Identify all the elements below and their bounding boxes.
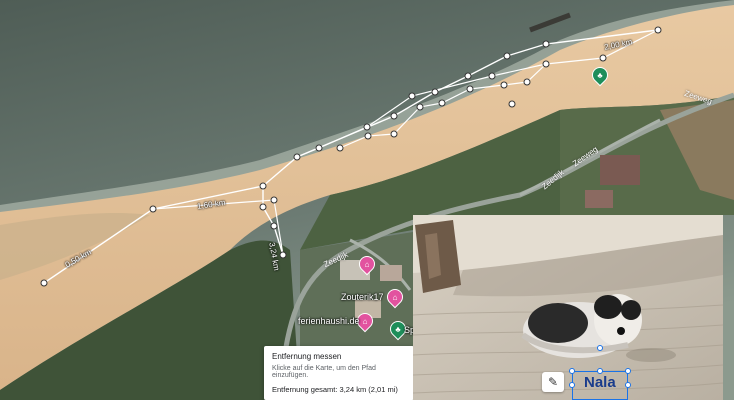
measure-point[interactable]: [416, 103, 424, 111]
measure-point[interactable]: [438, 99, 446, 107]
measure-point[interactable]: [408, 92, 416, 100]
measure-point[interactable]: [390, 130, 398, 138]
measure-point[interactable]: [270, 222, 278, 230]
resize-handle[interactable]: [569, 368, 575, 374]
measure-point[interactable]: [488, 72, 496, 80]
measure-point[interactable]: [149, 205, 157, 213]
measure-point[interactable]: [259, 203, 267, 211]
panel-hint: Klicke auf die Karte, um den Pfad einzuf…: [272, 365, 376, 379]
measure-point[interactable]: [270, 196, 278, 204]
measure-point[interactable]: [654, 26, 662, 34]
pencil-edit-icon[interactable]: ✎: [542, 372, 564, 392]
measure-point[interactable]: [500, 81, 508, 89]
measure-point[interactable]: [293, 153, 301, 161]
measure-distance-panel: Entfernung messen Klicke auf die Karte, …: [264, 346, 414, 400]
measure-point[interactable]: [390, 112, 398, 120]
rotate-handle[interactable]: [597, 345, 603, 351]
measure-point[interactable]: [363, 123, 371, 131]
measure-point[interactable]: [464, 72, 472, 80]
total-distance: Entfernung gesamt: 3,24 km (2,01 mi): [272, 385, 398, 394]
resize-handle[interactable]: [569, 382, 575, 388]
measure-point[interactable]: [599, 54, 607, 62]
measure-point[interactable]: [508, 100, 516, 108]
measure-point[interactable]: [542, 40, 550, 48]
place-label[interactable]: ferienhaushi.de: [298, 316, 360, 326]
measure-point[interactable]: [259, 182, 267, 190]
measure-point[interactable]: [40, 279, 48, 287]
measure-point[interactable]: [315, 144, 323, 152]
measure-point[interactable]: [336, 144, 344, 152]
measure-point[interactable]: [503, 52, 511, 60]
measure-point[interactable]: [542, 60, 550, 68]
measure-point[interactable]: [364, 132, 372, 140]
measure-point[interactable]: [279, 251, 287, 259]
measure-point[interactable]: [466, 85, 474, 93]
panel-title: Entfernung messen: [272, 352, 342, 361]
resize-handle[interactable]: [625, 382, 631, 388]
measure-point[interactable]: [431, 88, 439, 96]
place-label[interactable]: Zouterik17: [341, 292, 384, 302]
dog-photo: [413, 215, 723, 400]
resize-handle[interactable]: [625, 368, 631, 374]
photo-caption[interactable]: Nala: [584, 374, 616, 391]
measure-point[interactable]: [523, 78, 531, 86]
